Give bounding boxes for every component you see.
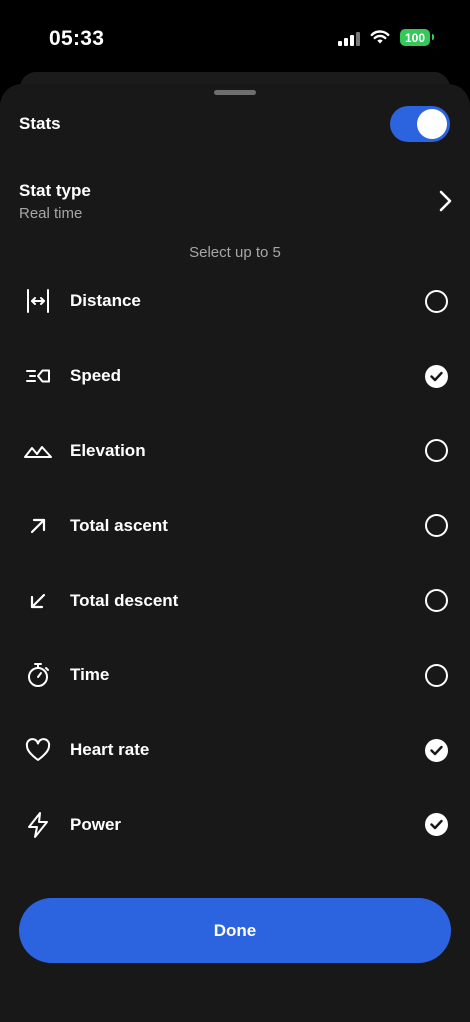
elevation-icon [22,435,54,467]
selection-hint: Select up to 5 [189,244,281,261]
status-icons: 100 [338,29,434,46]
list-item-heart-rate[interactable]: Heart rate [0,713,470,788]
item-label: Elevation [70,440,146,460]
speed-icon [22,360,54,392]
list-item-speed[interactable]: Speed [0,339,470,414]
checkbox-checked[interactable] [425,364,448,388]
list-item-total-descent[interactable]: Total descent [0,563,470,638]
stats-toggle[interactable] [390,106,450,142]
checkbox-unchecked[interactable] [425,439,448,463]
item-label: Time [70,665,110,685]
stats-sheet: Stats Stat type Real time Select up to 5… [0,84,470,1022]
heart-icon [22,734,54,766]
checkbox-unchecked[interactable] [425,289,448,313]
sheet-grabber[interactable] [214,90,256,95]
arrow-up-right-icon [22,510,54,542]
item-label: Power [70,814,122,834]
stat-type-value: Real time [19,204,83,222]
cellular-signal-icon [338,30,360,46]
checkbox-checked[interactable] [425,813,448,837]
item-label: Total descent [70,590,179,610]
checkbox-unchecked[interactable] [425,514,448,538]
list-item-total-ascent[interactable]: Total ascent [0,488,470,563]
stats-label: Stats [19,114,61,133]
distance-icon [22,285,54,317]
item-label: Total ascent [70,515,168,535]
toggle-knob [417,109,447,139]
stat-type-title: Stat type [19,180,91,200]
checkbox-checked[interactable] [425,738,448,762]
checkbox-unchecked[interactable] [425,663,448,687]
stats-row: Stats [19,104,450,144]
status-bar: 05:33 100 [0,0,470,70]
chevron-right-icon [439,190,452,212]
item-label: Heart rate [70,740,150,760]
lightning-icon [22,809,54,841]
stopwatch-icon [22,659,54,691]
arrow-down-left-icon [22,585,54,617]
list-item-distance[interactable]: Distance [0,264,470,339]
battery-icon: 100 [400,29,434,46]
list-item-power[interactable]: Power [0,788,470,863]
stat-list: Distance Speed Elevation Total ascent To… [0,264,470,862]
list-item-elevation[interactable]: Elevation [0,414,470,489]
item-label: Speed [70,366,122,386]
done-button[interactable]: Done [19,898,451,963]
wifi-icon [370,30,390,44]
stat-type-row[interactable]: Stat type Real time [19,176,456,226]
list-item-time[interactable]: Time [0,638,470,713]
checkbox-unchecked[interactable] [425,589,448,613]
item-label: Distance [70,291,141,311]
status-time: 05:33 [49,27,105,50]
